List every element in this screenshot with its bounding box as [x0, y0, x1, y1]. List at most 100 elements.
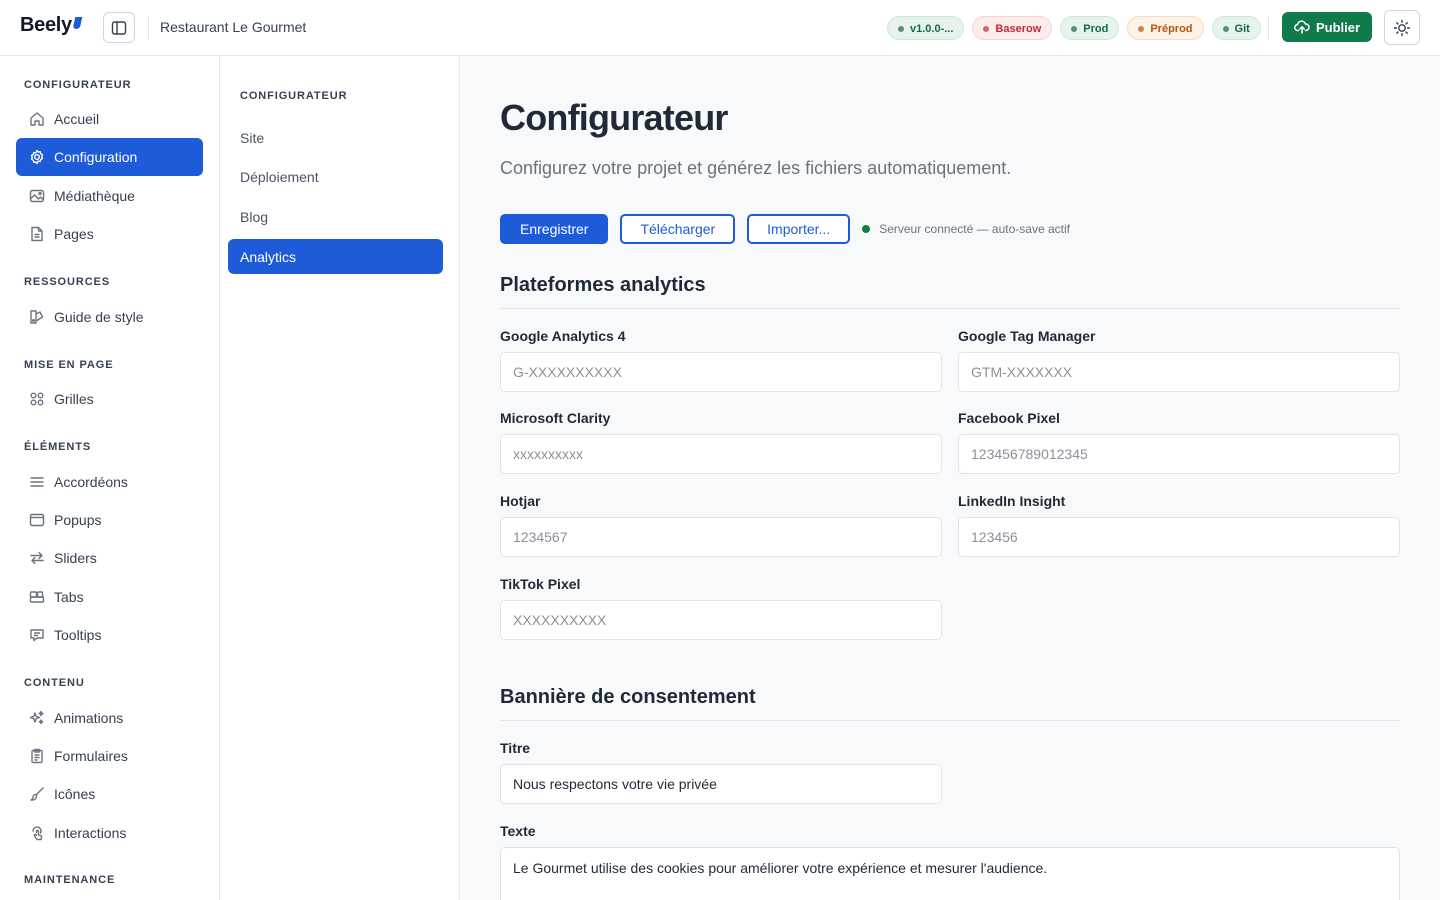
clarity-input[interactable] — [500, 434, 942, 474]
home-icon — [28, 110, 46, 128]
analytics-heading: Plateformes analytics — [500, 274, 706, 296]
logo-text: Beely — [20, 14, 72, 36]
version-pill[interactable]: v1.0.0-... — [887, 16, 965, 40]
sidebar-section-title: CONTENU — [24, 677, 85, 689]
divider — [1268, 16, 1269, 40]
consent-text-input[interactable]: Le Gourmet utilise des cookies pour amél… — [500, 847, 1400, 900]
sidebar-item-formulaires[interactable]: Formulaires — [16, 737, 203, 775]
logo[interactable]: Beely — [20, 14, 83, 37]
prod-pill[interactable]: Prod — [1060, 16, 1120, 40]
baserow-pill[interactable]: Baserow — [972, 16, 1053, 40]
sidebar-item-guide-de-style[interactable]: Guide de style — [16, 298, 203, 336]
sidebar-item-accueil[interactable]: Accueil — [16, 100, 203, 138]
hotjar-label: Hotjar — [500, 493, 541, 509]
sidebar-item-label: Configuration — [54, 149, 138, 165]
sidebar-item-mediatheque[interactable]: Médiathèque — [16, 177, 203, 215]
import-button[interactable]: Importer... — [747, 214, 851, 244]
sidebar-item-popups[interactable]: Popups — [16, 501, 203, 539]
download-button[interactable]: Télécharger — [620, 214, 736, 244]
top-bar: Beely Restaurant Le Gourmet v1.0.0-... B… — [0, 0, 1440, 56]
env-pills: v1.0.0-... Baserow Prod Préprod Git — [887, 16, 1261, 40]
hotjar-input[interactable] — [500, 517, 942, 557]
subnav-item-site[interactable]: Site — [228, 120, 443, 155]
arrows-swap-icon — [28, 549, 46, 567]
section-divider — [500, 720, 1400, 721]
action-bar: Enregistrer Télécharger Importer... Serv… — [500, 214, 1070, 244]
sidebar-item-grilles[interactable]: Grilles — [16, 380, 203, 418]
brush-icon — [28, 785, 46, 803]
consent-title-input[interactable] — [500, 764, 942, 804]
sidebar-item-icones[interactable]: Icônes — [16, 775, 203, 813]
tiktok-pixel-label: TikTok Pixel — [500, 576, 581, 592]
ga4-label: Google Analytics 4 — [500, 328, 626, 344]
sidebar-item-tooltips[interactable]: Tooltips — [16, 616, 203, 654]
sidebar-section-title: MISE EN PAGE — [24, 359, 114, 371]
chat-icon — [28, 626, 46, 644]
section-divider — [500, 308, 1400, 309]
sidebar-item-configuration[interactable]: Configuration — [16, 138, 203, 176]
facebook-pixel-input[interactable] — [958, 434, 1400, 474]
sidebar-item-pages[interactable]: Pages — [16, 215, 203, 253]
gtm-input[interactable] — [958, 352, 1400, 392]
sun-icon — [1393, 19, 1411, 36]
sidebar-section-title: ÉLÉMENTS — [24, 441, 92, 453]
theme-toggle-button[interactable] — [1384, 10, 1420, 45]
sparkle-icon — [28, 709, 46, 727]
sidebar-item-label: Tooltips — [54, 627, 102, 643]
linkedin-insight-input[interactable] — [958, 517, 1400, 557]
status-text: Serveur connecté — auto-save actif — [879, 222, 1070, 236]
sidebar-item-label: Tabs — [54, 589, 84, 605]
save-button[interactable]: Enregistrer — [500, 214, 609, 244]
sidebar-item-tabs[interactable]: Tabs — [16, 578, 203, 616]
sidebar-section-title: MAINTENANCE — [24, 874, 116, 886]
sidebar-item-label: Accueil — [54, 111, 100, 127]
sidebar-item-label: Médiathèque — [54, 188, 135, 204]
divider — [148, 16, 149, 40]
page-description: Configurez votre projet et générez les f… — [500, 158, 1012, 178]
sidebar-item-label: Interactions — [54, 825, 127, 841]
grid-icon — [28, 390, 46, 408]
sidebar-item-label: Popups — [54, 512, 102, 528]
git-pill[interactable]: Git — [1211, 16, 1261, 40]
config-subnav: CONFIGURATEUR Site Déploiement Blog Anal… — [220, 56, 460, 900]
server-status: Serveur connecté — auto-save actif — [862, 222, 1070, 236]
sidebar-item-animations[interactable]: Animations — [16, 699, 203, 737]
main-content: Configurateur Configurez votre projet et… — [460, 56, 1440, 900]
sidebar-panel-icon — [111, 20, 127, 35]
palette-icon — [28, 308, 46, 326]
subnav-title: CONFIGURATEUR — [240, 90, 348, 102]
consent-title-label: Titre — [500, 740, 531, 756]
status-dot-icon — [862, 225, 871, 233]
window-icon — [28, 511, 46, 529]
tiktok-pixel-input[interactable] — [500, 600, 942, 640]
ga4-input[interactable] — [500, 352, 942, 392]
image-icon — [28, 187, 46, 205]
subnav-item-deploiement[interactable]: Déploiement — [228, 159, 443, 194]
publish-button[interactable]: Publier — [1282, 12, 1372, 42]
clarity-label: Microsoft Clarity — [500, 410, 611, 426]
sidebar-item-accordeons[interactable]: Accordéons — [16, 463, 203, 501]
sidebar-item-sliders[interactable]: Sliders — [16, 539, 203, 577]
sidebar-item-label: Pages — [54, 226, 94, 242]
preprod-pill[interactable]: Préprod — [1127, 16, 1204, 40]
page-title: Configurateur — [500, 97, 728, 138]
page-icon — [28, 225, 46, 243]
clipboard-icon — [28, 747, 46, 765]
sidebar-item-label: Formulaires — [54, 748, 128, 764]
logo-mark-icon — [72, 16, 83, 29]
publish-label: Publier — [1315, 19, 1361, 35]
sidebar-item-label: Accordéons — [54, 474, 128, 490]
subnav-item-analytics[interactable]: Analytics — [228, 239, 443, 274]
consent-heading: Bannière de consentement — [500, 686, 756, 708]
consent-text-label: Texte — [500, 823, 536, 839]
subnav-item-blog[interactable]: Blog — [228, 199, 443, 234]
sidebar-item-label: Icônes — [54, 786, 96, 802]
touch-icon — [28, 824, 46, 842]
gtm-label: Google Tag Manager — [958, 328, 1096, 344]
sidebar-section-title: RESSOURCES — [24, 276, 111, 288]
sidebar-toggle-button[interactable] — [103, 12, 135, 43]
sidebar-item-interactions[interactable]: Interactions — [16, 814, 203, 852]
menu-lines-icon — [28, 473, 46, 491]
facebook-pixel-label: Facebook Pixel — [958, 410, 1060, 426]
sidebar-item-label: Sliders — [54, 550, 97, 566]
